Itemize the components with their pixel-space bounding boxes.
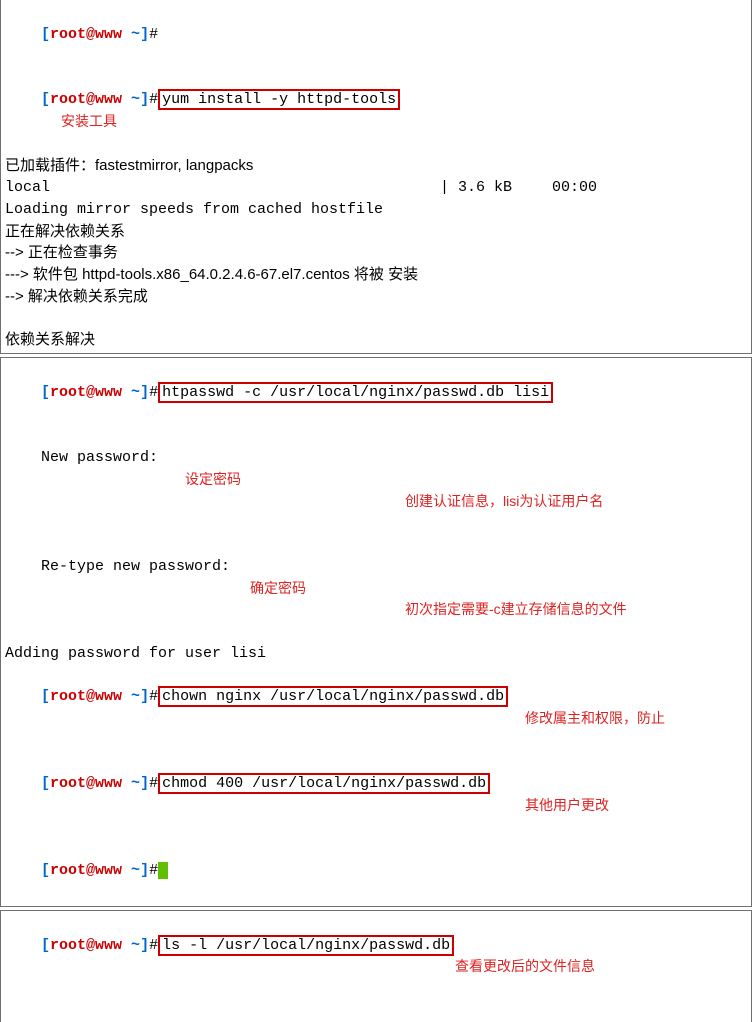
line: Loading mirror speeds from cached hostfi… <box>5 199 747 221</box>
line-ls-output: -r-------- 1 nginx root 43 1月 18 17:41 /… <box>5 1000 747 1022</box>
line: 依赖关系解决 <box>5 329 747 351</box>
line: Re-type new password: 确定密码 初次指定需要-c建立存储信… <box>5 534 747 643</box>
line: 正在解决依赖关系 <box>5 221 747 243</box>
line: [root@www ~]# <box>5 2 747 67</box>
chmod-command: chmod 400 /usr/local/nginx/passwd.db <box>158 773 490 794</box>
annotation-chown: 修改属主和权限，防止 <box>525 708 665 728</box>
terminal-section-3: [root@www ~]#ls -l /usr/local/nginx/pass… <box>0 910 752 1022</box>
line-cmd-yum: [root@www ~]#yum install -y httpd-tools … <box>5 67 747 155</box>
annotation-chown2: 其他用户更改 <box>525 795 609 815</box>
line-cmd-chmod: [root@www ~]#chmod 400 /usr/local/nginx/… <box>5 752 747 839</box>
line-cmd-htpasswd: [root@www ~]#htpasswd -c /usr/local/ngin… <box>5 360 747 425</box>
annotation-setpwd: 设定密码 <box>185 469 241 489</box>
yum-command: yum install -y httpd-tools <box>158 89 400 110</box>
annotation-confirm: 确定密码 <box>250 578 306 598</box>
line <box>5 308 747 330</box>
cursor-icon <box>158 862 168 879</box>
annotation-initial: 初次指定需要-c建立存储信息的文件 <box>405 599 627 619</box>
line: --> 正在检查事务 <box>5 242 747 264</box>
line-cmd-chown: [root@www ~]#chown nginx /usr/local/ngin… <box>5 665 747 752</box>
annotation-install: 安装工具 <box>61 113 117 129</box>
line: 已加载插件：fastestmirror, langpacks <box>5 155 747 177</box>
htpasswd-command: htpasswd -c /usr/local/nginx/passwd.db l… <box>158 382 553 403</box>
line: ---> 软件包 httpd-tools.x86_64.0.2.4.6-67.e… <box>5 264 747 286</box>
line: Adding password for user lisi <box>5 643 747 665</box>
annotation-check: 查看更改后的文件信息 <box>455 956 595 976</box>
line: [root@www ~]# <box>5 839 747 904</box>
annotation-create: 创建认证信息，lisi为认证用户名 <box>405 491 603 511</box>
ls-command: ls -l /usr/local/nginx/passwd.db <box>158 935 454 956</box>
terminal-section-2: [root@www ~]# htpasswd -c /usr/local/ngin… <box>0 357 752 907</box>
line-cmd-ls: [root@www ~]#ls -l /usr/local/nginx/pass… <box>5 913 747 1000</box>
line: --> 解决依赖关系完成 <box>5 286 747 308</box>
line: local| 3.6 kB00:00 <box>5 177 747 199</box>
line: New password: 设定密码 创建认证信息，lisi为认证用户名 <box>5 425 747 534</box>
terminal-section-1: [root@www ~]# [root@www ~]#yum install -… <box>0 0 752 354</box>
chown-command: chown nginx /usr/local/nginx/passwd.db <box>158 686 508 707</box>
